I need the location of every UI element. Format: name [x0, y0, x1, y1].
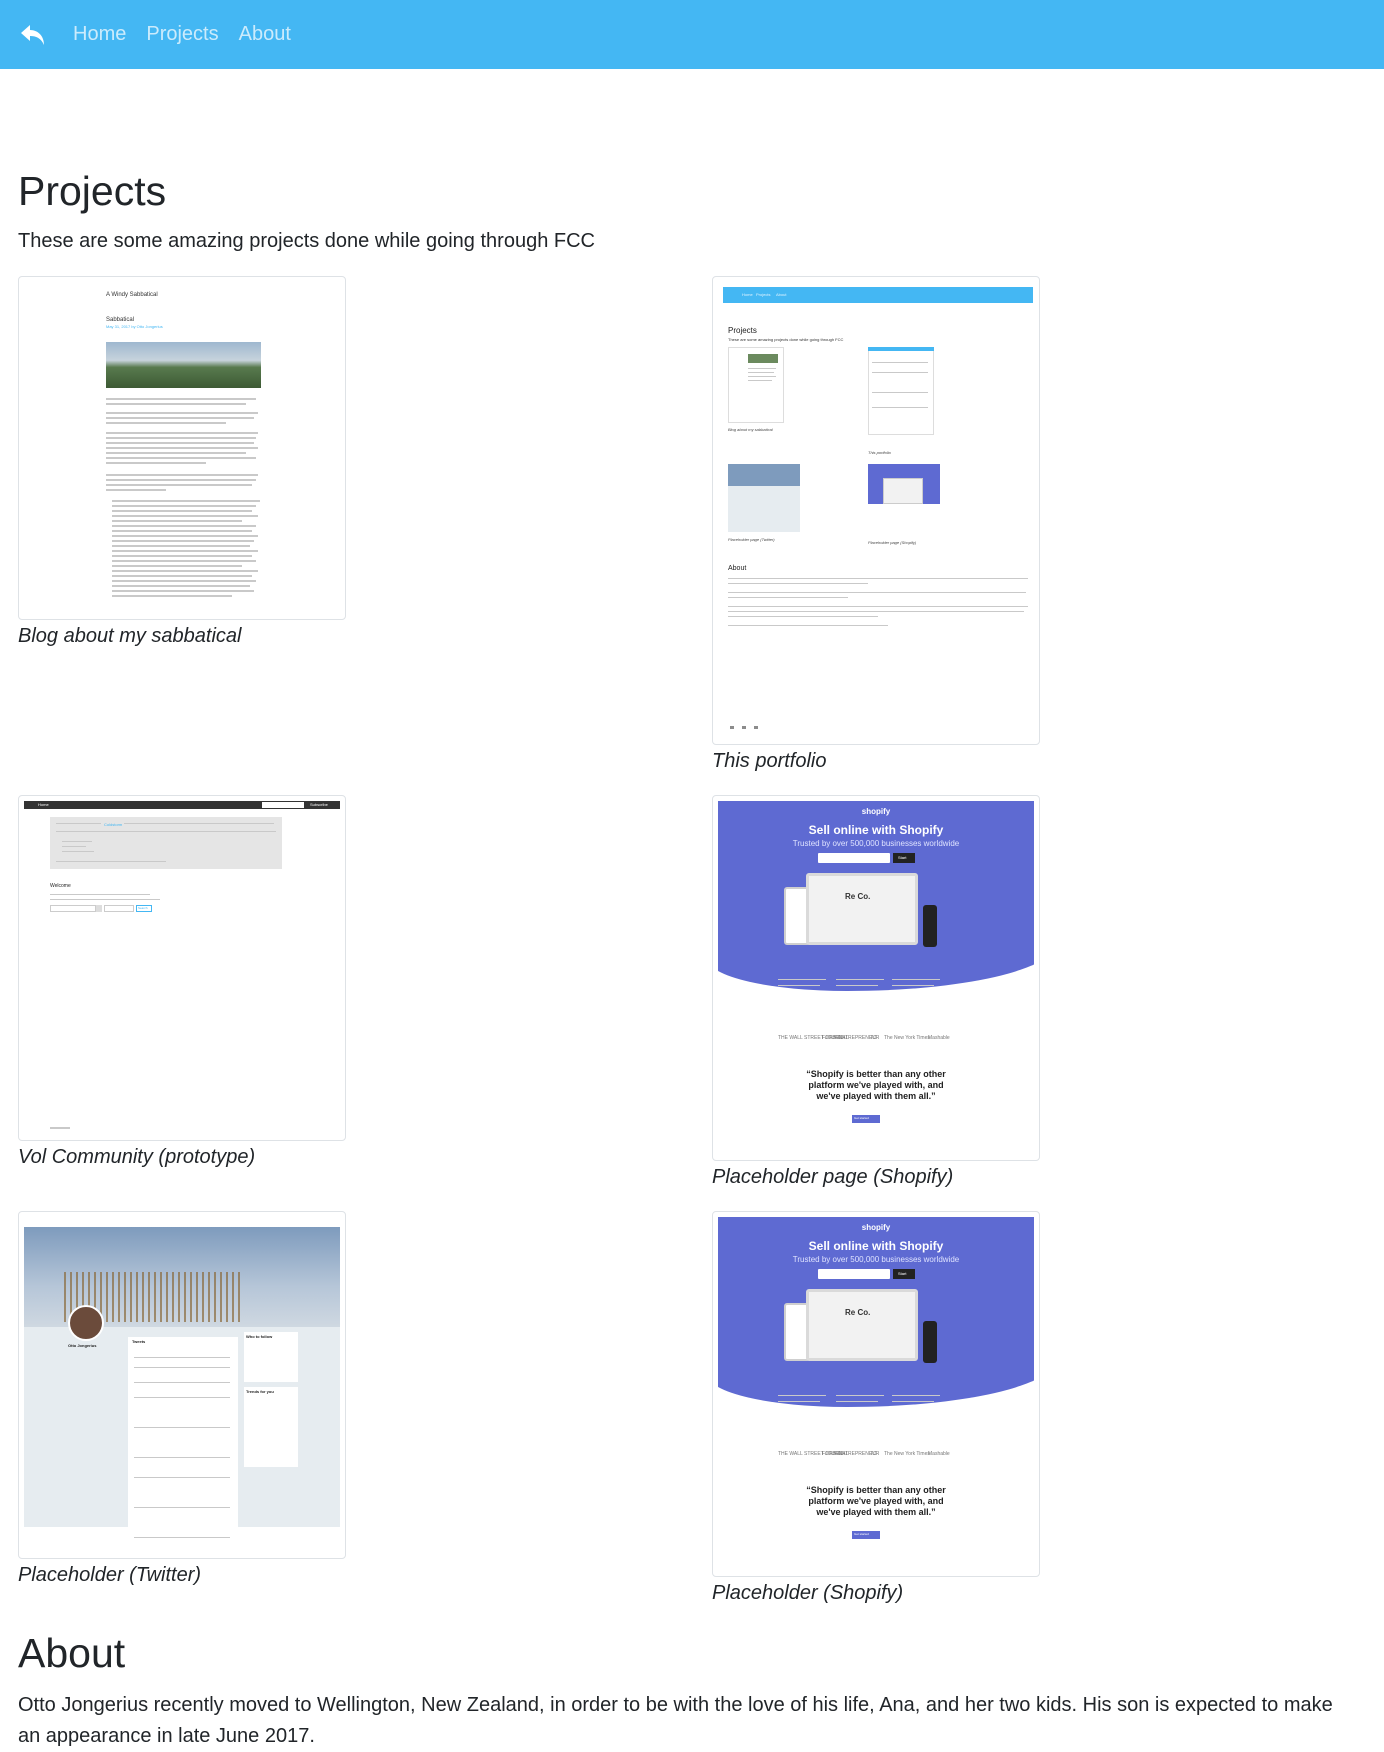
project-card-shopify[interactable]: shopify Sell online with Shopify Trusted…: [712, 1211, 1040, 1577]
portfolio-thumb-caption-twitter: Placeholder page (Twitter): [728, 537, 775, 542]
shopify-thumb-quote: “Shopify is better than any other platfo…: [806, 1069, 946, 1101]
portfolio-thumbnail: Home Projects About Projects These are s…: [718, 282, 1034, 739]
portfolio-thumb-nav-home: Home: [742, 292, 753, 297]
project-card-vol-community[interactable]: Home Subscribe Coldstorm Welcome Search: [18, 795, 346, 1141]
nav-link-about[interactable]: About: [239, 23, 291, 46]
shopify-thumb-laptop-brand: Re Co.: [845, 1308, 871, 1317]
nav-link-projects[interactable]: Projects: [146, 23, 218, 46]
twitter-thumbnail: Otto Jongerius Tweets Who to follow Tren…: [24, 1217, 340, 1553]
portfolio-thumb-nav-projects: Projects: [756, 292, 771, 297]
caption-blog: Blog about my sabbatical: [18, 625, 242, 647]
portfolio-thumb-about-title: About: [728, 565, 747, 572]
project-card-blog[interactable]: A Windy Sabbatical Sabbatical May 31, 20…: [18, 276, 346, 620]
shopify-page-thumbnail: shopify Sell online with Shopify Trusted…: [718, 801, 1034, 1155]
shopify-thumb-subtitle: Trusted by over 500,000 businesses world…: [792, 839, 960, 848]
shopify-thumb-quote: “Shopify is better than any other platfo…: [806, 1485, 946, 1517]
shopify-thumb-cta: Get started: [854, 1532, 869, 1536]
shopify-logo: shopify: [861, 1223, 891, 1232]
shopify-thumb-title: Sell online with Shopify: [808, 823, 944, 837]
caption-shopify: Placeholder (Shopify): [712, 1582, 904, 1604]
projects-lead: These are some amazing projects done whi…: [18, 230, 595, 252]
projects-heading: Projects: [18, 168, 167, 214]
vol-community-thumbnail: Home Subscribe Coldstorm Welcome Search: [24, 801, 340, 1135]
portfolio-thumb-caption-shopify: Placeholder page (Shopify): [868, 540, 917, 545]
vol-thumb-search-btn: Search: [138, 906, 148, 910]
blog-thumb-hero: [106, 342, 261, 388]
vol-thumb-subscribe: Subscribe: [310, 802, 328, 807]
twitter-thumb-name: Otto Jongerius: [68, 1343, 97, 1348]
top-navbar: Home Projects About: [0, 0, 1384, 69]
shopify-thumb-start: Start: [898, 855, 907, 860]
portfolio-thumb-caption-blog: Blog about my sabbatical: [728, 427, 773, 432]
portfolio-thumb-lead: These are some amazing projects done whi…: [728, 337, 844, 342]
portfolio-thumb-nav-about: About: [776, 292, 787, 297]
shopify-thumb-cta: Get started: [854, 1116, 869, 1120]
back-button[interactable]: [18, 20, 48, 50]
shopify-thumb-start: Start: [898, 1271, 907, 1276]
twitter-thumb-avatar: [68, 1305, 104, 1341]
project-card-twitter[interactable]: Otto Jongerius Tweets Who to follow Tren…: [18, 1211, 346, 1559]
blog-thumb-site: A Windy Sabbatical: [106, 292, 158, 298]
caption-vol-community: Vol Community (prototype): [18, 1146, 256, 1168]
brand-nyt: The New York Times: [884, 1035, 930, 1041]
caption-shopify-page: Placeholder page (Shopify): [712, 1166, 954, 1188]
twitter-thumb-tab: Tweets: [132, 1339, 146, 1344]
blog-thumb-date: May 31, 2017 by Otto Jongerius: [106, 324, 163, 329]
caption-portfolio: This portfolio: [712, 750, 827, 772]
shopify-logo: shopify: [861, 807, 891, 816]
caption-twitter: Placeholder (Twitter): [18, 1564, 202, 1586]
blog-thumb-post: Sabbatical: [106, 317, 135, 323]
portfolio-thumb-caption-portfolio: This portfolio: [868, 450, 891, 455]
project-card-portfolio[interactable]: Home Projects About Projects These are s…: [712, 276, 1040, 745]
brand-nyt: The New York Times: [884, 1451, 930, 1457]
shopify-thumb-title: Sell online with Shopify: [808, 1239, 944, 1253]
blog-thumbnail: A Windy Sabbatical Sabbatical May 31, 20…: [24, 282, 340, 614]
brand-mashable: Mashable: [928, 1035, 950, 1041]
vol-thumb-alert-link: Coldstorm: [104, 822, 123, 827]
twitter-thumb-trends: Trends for you: [246, 1389, 274, 1394]
about-text: Otto Jongerius recently moved to Welling…: [18, 1694, 1333, 1747]
nav-link-home[interactable]: Home: [73, 23, 126, 46]
brand-tc: TC: [870, 1451, 877, 1457]
vol-thumb-section: Welcome: [50, 883, 71, 889]
shopify-thumb-subtitle: Trusted by over 500,000 businesses world…: [792, 1255, 960, 1264]
about-heading: About: [18, 1630, 126, 1676]
brand-tc: TC: [870, 1035, 877, 1041]
vol-thumb-nav-home: Home: [38, 802, 49, 807]
brand-mashable: Mashable: [928, 1451, 950, 1457]
shopify-thumb-laptop-brand: Re Co.: [845, 892, 871, 901]
portfolio-thumb-title: Projects: [728, 326, 757, 335]
back-arrow-icon: [21, 24, 44, 45]
twitter-thumb-follow: Who to follow: [246, 1334, 273, 1339]
shopify-thumbnail: shopify Sell online with Shopify Trusted…: [718, 1217, 1034, 1571]
project-card-shopify-page[interactable]: shopify Sell online with Shopify Trusted…: [712, 795, 1040, 1161]
